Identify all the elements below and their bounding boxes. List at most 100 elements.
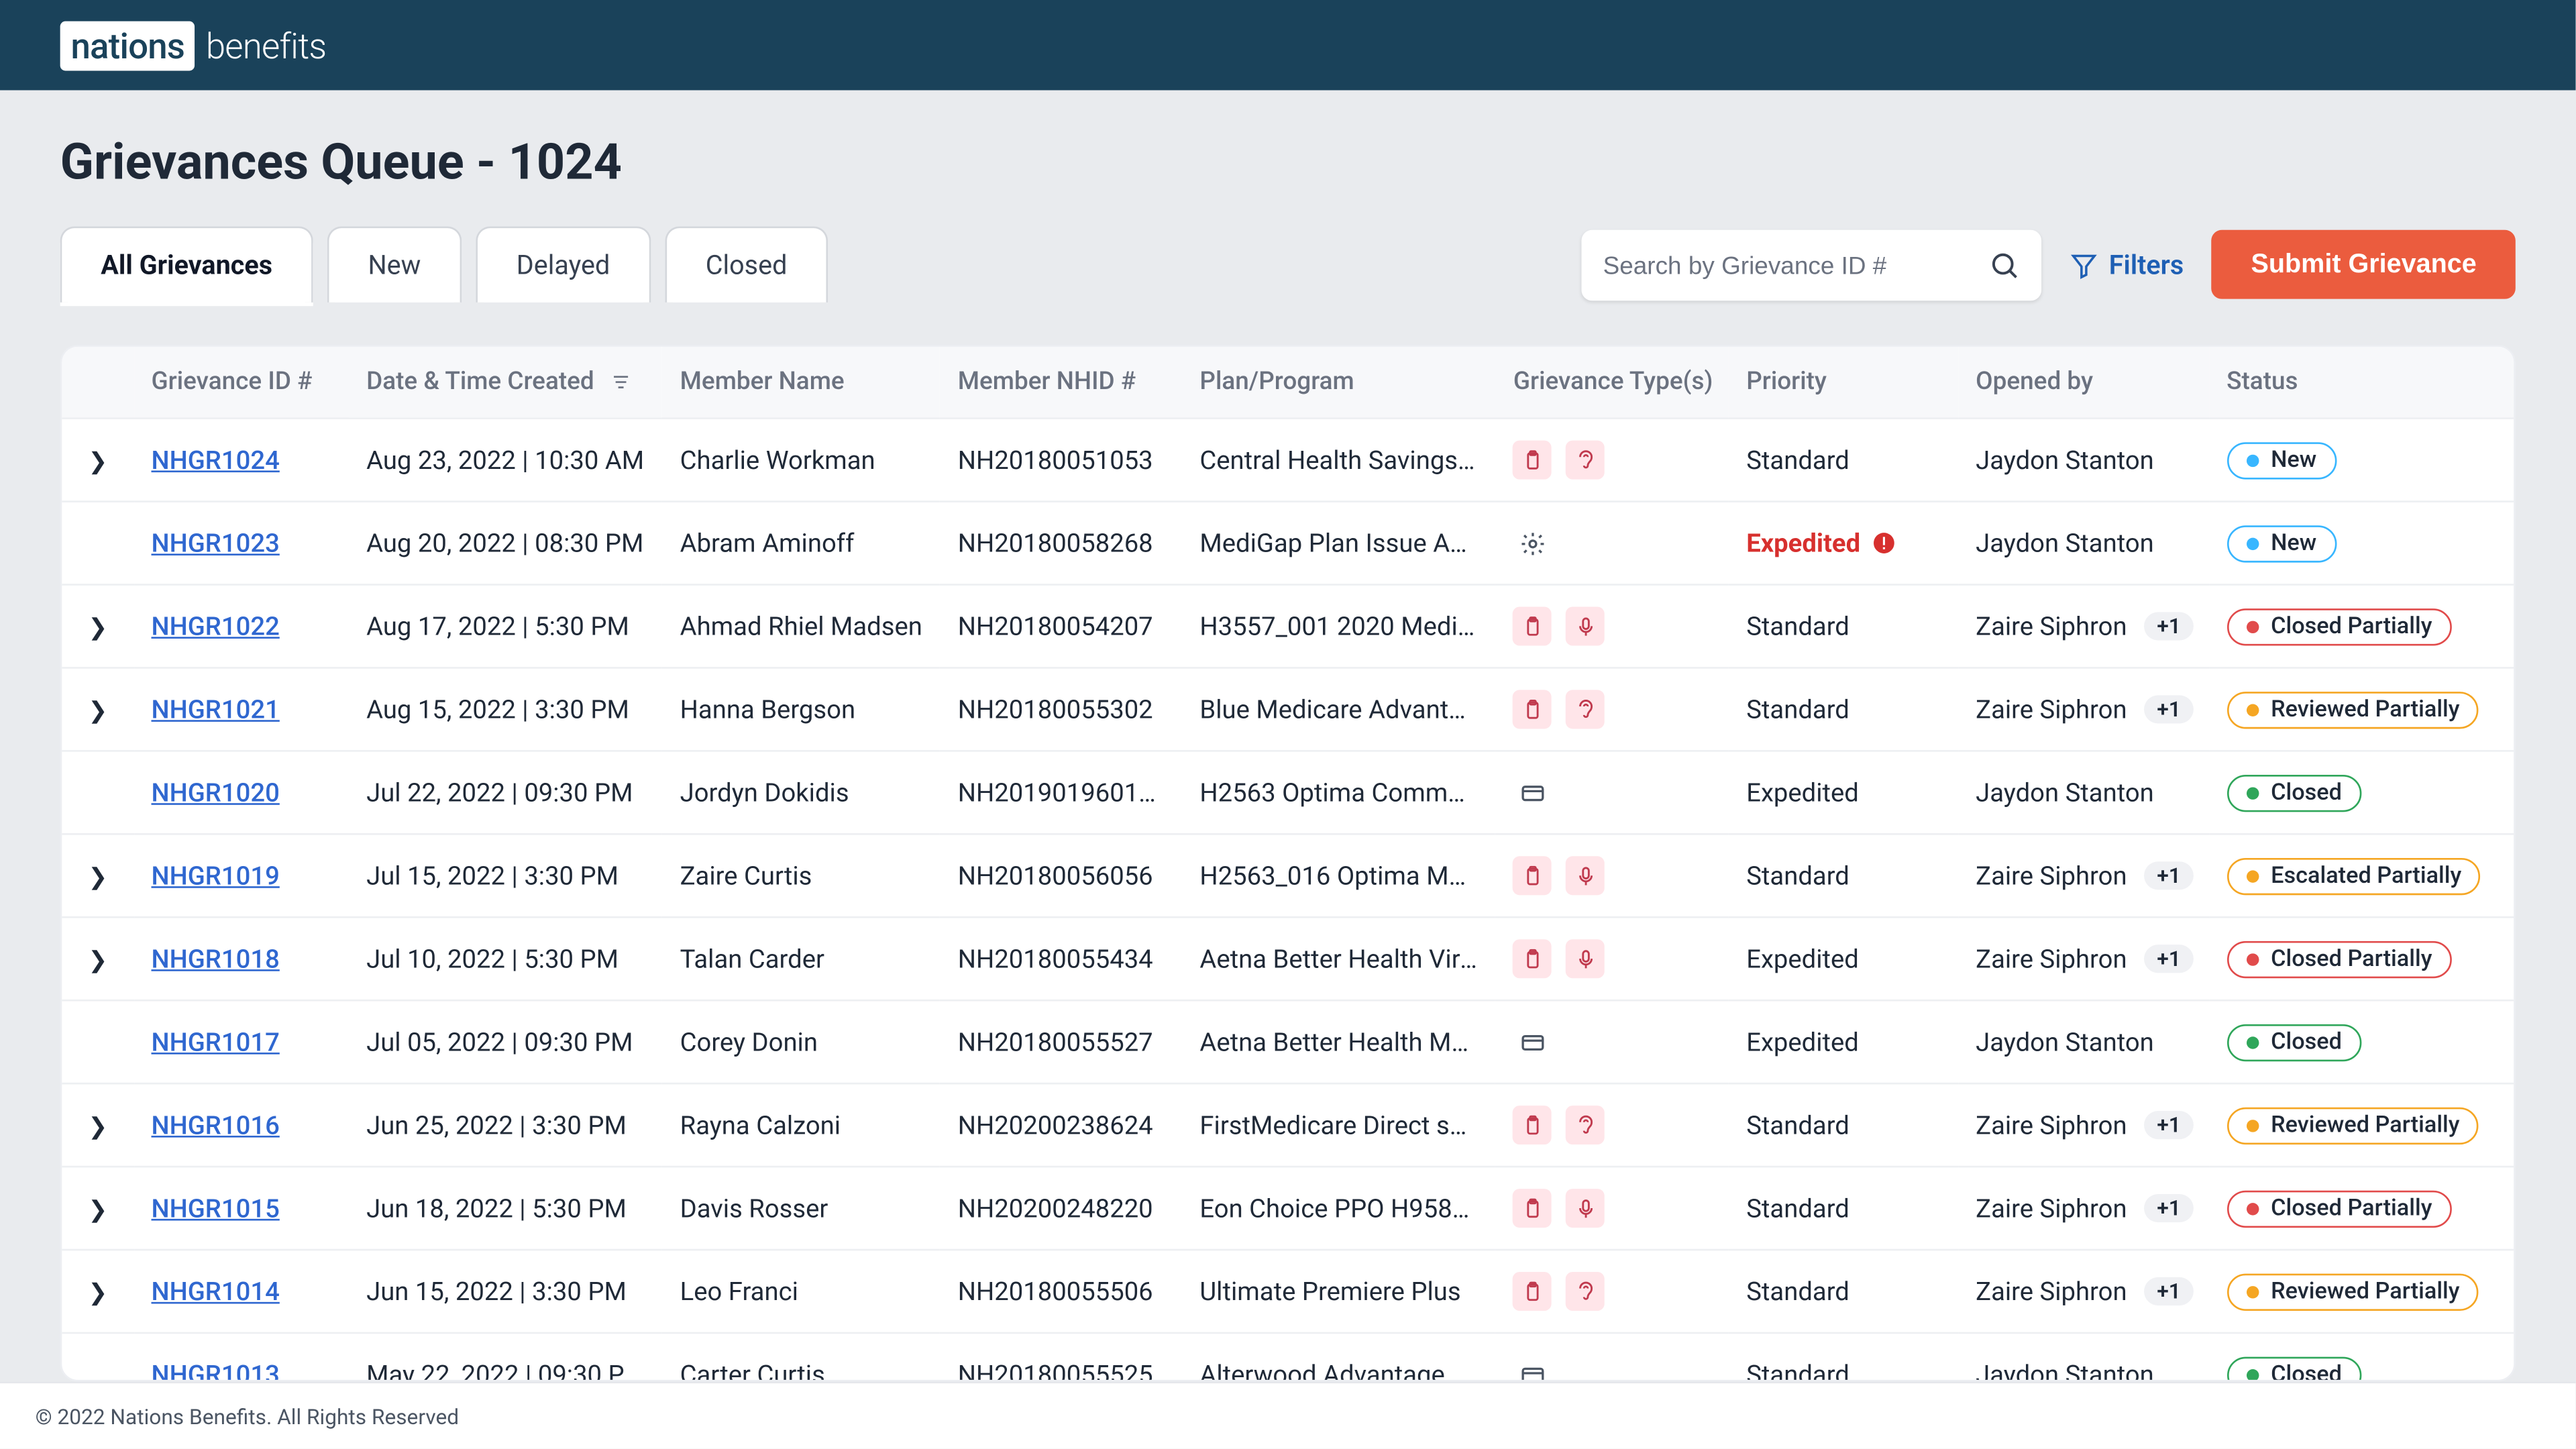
grievance-id-link[interactable]: NHGR1023 bbox=[152, 528, 280, 558]
mic-icon bbox=[1566, 606, 1605, 645]
status-dot bbox=[2246, 703, 2258, 715]
col-nhid-header[interactable]: Member NHID # bbox=[940, 347, 1182, 419]
col-types-header[interactable]: Grievance Type(s) bbox=[1496, 347, 1729, 419]
member-name-cell: Corey Donin bbox=[662, 1000, 940, 1083]
types-cell bbox=[1496, 834, 1729, 917]
status-cell: New bbox=[2209, 502, 2514, 585]
col-member-header[interactable]: Member Name bbox=[662, 347, 940, 419]
member-name-cell: Charlie Workman bbox=[662, 419, 940, 502]
types-cell bbox=[1496, 1083, 1729, 1167]
chevron-right-icon[interactable]: ❯ bbox=[88, 864, 107, 891]
submit-grievance-button[interactable]: Submit Grievance bbox=[2212, 230, 2515, 299]
date-cell: Jul 05, 2022 | 09:30 PM bbox=[349, 1000, 663, 1083]
date-cell: Jun 15, 2022 | 3:30 PM bbox=[349, 1250, 663, 1333]
actions: Filters Submit Grievance bbox=[1582, 229, 2516, 299]
opened-count-pill: +1 bbox=[2145, 945, 2193, 973]
tab-new[interactable]: New bbox=[327, 227, 462, 303]
grievance-id-link[interactable]: NHGR1022 bbox=[152, 611, 280, 641]
col-priority-header[interactable]: Priority bbox=[1729, 347, 1958, 419]
member-name-cell: Ahmad Rhiel Madsen bbox=[662, 585, 940, 668]
member-name-cell: Zaire Curtis bbox=[662, 834, 940, 917]
grievance-id-link[interactable]: NHGR1021 bbox=[152, 694, 280, 724]
table-row: ❯NHGR1024Aug 23, 2022 | 10:30 AMCharlie … bbox=[62, 419, 2514, 502]
filters-button[interactable]: Filters bbox=[2070, 248, 2184, 280]
grievance-id-link[interactable]: NHGR1014 bbox=[152, 1277, 280, 1307]
chevron-right-icon[interactable]: ❯ bbox=[88, 947, 107, 974]
chevron-right-icon[interactable]: ❯ bbox=[88, 1197, 107, 1224]
col-id-header[interactable]: Grievance ID # bbox=[133, 347, 349, 419]
opened-by-cell: Jaydon Stanton bbox=[1958, 502, 2209, 585]
card-icon bbox=[1513, 1355, 1552, 1382]
opened-by-cell: Zaire Siphron+1 bbox=[1958, 834, 2209, 917]
brand-logo-box: nations bbox=[60, 20, 195, 70]
status-dot bbox=[2246, 1202, 2258, 1214]
hearing-icon bbox=[1566, 690, 1605, 729]
date-cell: Jul 10, 2022 | 5:30 PM bbox=[349, 917, 663, 1000]
grievance-id-link[interactable]: NHGR1016 bbox=[152, 1110, 280, 1140]
status-cell: Reviewed Partially bbox=[2209, 667, 2514, 751]
opened-by-cell: Zaire Siphron+1 bbox=[1958, 917, 2209, 1000]
priority-cell: Standard bbox=[1729, 1250, 1958, 1333]
grievance-id-link[interactable]: NHGR1018 bbox=[152, 944, 280, 974]
col-date-header[interactable]: Date & Time Created bbox=[349, 347, 663, 419]
table-row: NHGR1023Aug 20, 2022 | 08:30 PMAbram Ami… bbox=[62, 502, 2514, 585]
chevron-right-icon[interactable]: ❯ bbox=[88, 614, 107, 641]
tab-closed[interactable]: Closed bbox=[665, 227, 828, 303]
table-row: ❯NHGR1019Jul 15, 2022 | 3:30 PMZaire Cur… bbox=[62, 834, 2514, 917]
priority-cell: Expedited bbox=[1729, 917, 1958, 1000]
grievance-id-link[interactable]: NHGR1015 bbox=[152, 1193, 280, 1224]
hearing-icon bbox=[1566, 1106, 1605, 1144]
types-cell bbox=[1496, 1250, 1729, 1333]
col-opened-header[interactable]: Opened by bbox=[1958, 347, 2209, 419]
chevron-right-icon[interactable]: ❯ bbox=[88, 698, 107, 724]
page-content: Grievances Queue - 1024 All Grievances N… bbox=[0, 90, 2575, 1381]
opened-by-cell: Jaydon Stanton bbox=[1958, 1000, 2209, 1083]
opened-count-pill: +1 bbox=[2145, 1194, 2193, 1222]
priority-cell: Standard bbox=[1729, 1167, 1958, 1250]
clipboard-icon bbox=[1513, 939, 1552, 978]
nhid-cell: NH20200238624 bbox=[940, 1083, 1182, 1167]
search-input[interactable] bbox=[1603, 250, 1989, 278]
nhid-cell: NH20180056056 bbox=[940, 834, 1182, 917]
grievances-table: Grievance ID # Date & Time Created Membe… bbox=[62, 347, 2514, 1382]
priority-cell: Standard bbox=[1729, 834, 1958, 917]
mic-icon bbox=[1566, 1189, 1605, 1228]
tab-all-grievances[interactable]: All Grievances bbox=[60, 227, 313, 303]
types-cell bbox=[1496, 419, 1729, 502]
status-badge: Closed bbox=[2226, 1024, 2361, 1061]
member-name-cell: Jordyn Dokidis bbox=[662, 751, 940, 834]
status-dot bbox=[2246, 537, 2258, 549]
opened-by-cell: Zaire Siphron+1 bbox=[1958, 1250, 2209, 1333]
clipboard-icon bbox=[1513, 1272, 1552, 1311]
grievance-id-link[interactable]: NHGR1013 bbox=[152, 1360, 280, 1382]
status-cell: Closed bbox=[2209, 1000, 2514, 1083]
table-body: ❯NHGR1024Aug 23, 2022 | 10:30 AMCharlie … bbox=[62, 419, 2514, 1382]
priority-cell: Expedited bbox=[1729, 1000, 1958, 1083]
search-box[interactable] bbox=[1582, 229, 2042, 299]
nhid-cell: NH20180055434 bbox=[940, 917, 1182, 1000]
priority-cell: Expedited bbox=[1729, 502, 1958, 585]
status-badge: Closed bbox=[2226, 774, 2361, 811]
status-badge: Closed Partially bbox=[2226, 941, 2451, 977]
col-plan-header[interactable]: Plan/Program bbox=[1182, 347, 1496, 419]
col-status-header[interactable]: Status bbox=[2209, 347, 2514, 419]
mic-icon bbox=[1566, 856, 1605, 895]
table-row: ❯NHGR1021Aug 15, 2022 | 3:30 PMHanna Ber… bbox=[62, 667, 2514, 751]
tab-delayed[interactable]: Delayed bbox=[476, 227, 651, 303]
plan-cell: H2563_016 Optima Medica… bbox=[1182, 834, 1496, 917]
tabs: All Grievances New Delayed Closed bbox=[60, 227, 828, 303]
date-cell: Aug 20, 2022 | 08:30 PM bbox=[349, 502, 663, 585]
footer: © 2022 Nations Benefits. All Rights Rese… bbox=[0, 1381, 2575, 1448]
grievance-id-link[interactable]: NHGR1017 bbox=[152, 1027, 280, 1057]
status-cell: Closed Partially bbox=[2209, 917, 2514, 1000]
grievance-id-link[interactable]: NHGR1024 bbox=[152, 445, 280, 475]
types-cell bbox=[1496, 917, 1729, 1000]
chevron-right-icon[interactable]: ❯ bbox=[88, 1280, 107, 1307]
chevron-right-icon[interactable]: ❯ bbox=[88, 448, 107, 475]
status-cell: Reviewed Partially bbox=[2209, 1083, 2514, 1167]
grievance-id-link[interactable]: NHGR1020 bbox=[152, 777, 280, 808]
types-cell bbox=[1496, 1333, 1729, 1382]
chevron-right-icon[interactable]: ❯ bbox=[88, 1114, 107, 1140]
grievance-id-link[interactable]: NHGR1019 bbox=[152, 861, 280, 891]
filters-label: Filters bbox=[2109, 248, 2184, 280]
